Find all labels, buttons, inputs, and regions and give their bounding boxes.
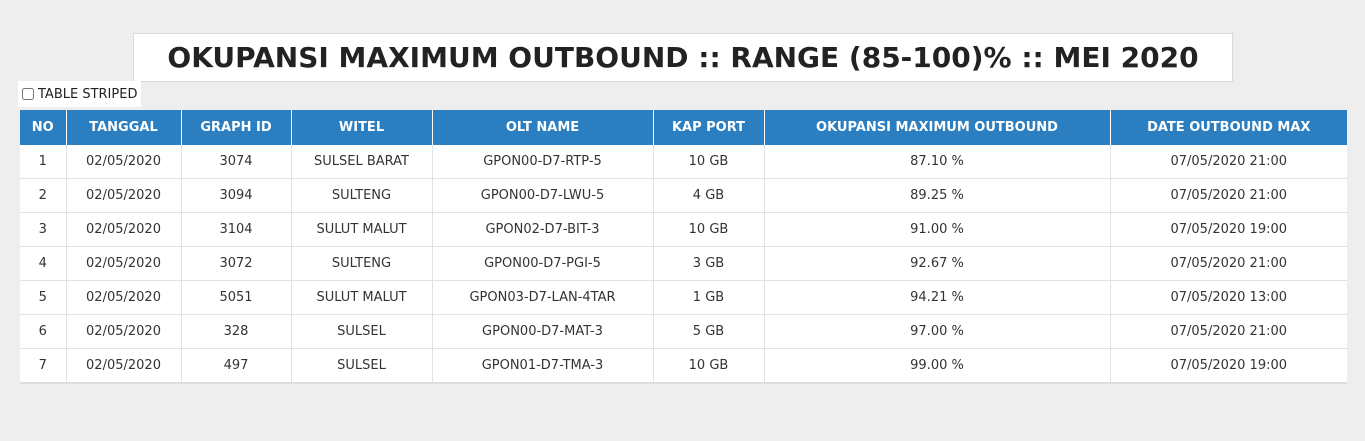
cell-kap-port: 3 GB <box>653 246 765 281</box>
cell-graph-id: 5051 <box>181 280 292 315</box>
cell-kap-port: 10 GB <box>653 348 765 382</box>
cell-tanggal: 02/05/2020 <box>66 212 182 247</box>
cell-no: 6 <box>20 314 67 349</box>
cell-no: 5 <box>20 280 67 315</box>
cell-witel: SULSEL <box>291 348 433 382</box>
cell-tanggal: 02/05/2020 <box>66 246 182 281</box>
cell-tanggal: 02/05/2020 <box>66 145 182 179</box>
cell-graph-id: 3072 <box>181 246 292 281</box>
table-row: 4 02/05/2020 3072 SULTENG GPON00-D7-PGI-5 3 G… <box>20 246 1347 281</box>
cell-no: 4 <box>20 246 67 281</box>
cell-date-outbound-max: 07/05/2020 19:00 <box>1110 348 1347 382</box>
cell-witel: SULTENG <box>291 178 433 213</box>
cell-okupansi: 99.00 % <box>764 348 1111 382</box>
cell-date-outbound-max: 07/05/2020 21:00 <box>1110 314 1347 349</box>
cell-date-outbound-max: 07/05/2020 19:00 <box>1110 212 1347 247</box>
table-container: NO TANGGAL GRAPH ID WITEL OLT NAME KAP P… <box>20 110 1347 384</box>
table-row: 1 02/05/2020 3074 SULSEL BARAT GPON00-D7-RTP… <box>20 145 1347 179</box>
cell-witel: SULTENG <box>291 246 433 281</box>
cell-olt-name: GPON00-D7-MAT-3 <box>432 314 654 349</box>
cell-olt-name: GPON00-D7-LWU-5 <box>432 178 654 213</box>
cell-witel: SULSEL BARAT <box>291 145 433 179</box>
cell-graph-id: 3104 <box>181 212 292 247</box>
cell-kap-port: 10 GB <box>653 212 765 247</box>
cell-okupansi: 91.00 % <box>764 212 1111 247</box>
table-row: 2 02/05/2020 3094 SULTENG GPON00-D7-LWU-5 4 G… <box>20 178 1347 213</box>
cell-witel: SULUT MALUT <box>291 212 433 247</box>
cell-no: 2 <box>20 178 67 213</box>
cell-witel: SULUT MALUT <box>291 280 433 315</box>
table-striped-label: TABLE STRIPED <box>38 86 138 102</box>
table-row: 5 02/05/2020 5051 SULUT MALUT GPON03-D7-LAN-… <box>20 280 1347 315</box>
title-box: OKUPANSI MAXIMUM OUTBOUND :: RANGE (85-1… <box>133 33 1233 82</box>
table-header-row: NO TANGGAL GRAPH ID WITEL OLT NAME KAP P… <box>20 110 1347 145</box>
cell-graph-id: 3074 <box>181 145 292 179</box>
cell-no: 3 <box>20 212 67 247</box>
cell-graph-id: 3094 <box>181 178 292 213</box>
cell-tanggal: 02/05/2020 <box>66 348 182 382</box>
cell-olt-name: GPON00-D7-PGI-5 <box>432 246 654 281</box>
cell-okupansi: 94.21 % <box>764 280 1111 315</box>
cell-no: 7 <box>20 348 67 382</box>
cell-olt-name: GPON02-D7-BIT-3 <box>432 212 654 247</box>
cell-okupansi: 92.67 % <box>764 246 1111 281</box>
header-tanggal[interactable]: TANGGAL <box>66 110 182 145</box>
cell-date-outbound-max: 07/05/2020 21:00 <box>1110 246 1347 281</box>
outbound-table: NO TANGGAL GRAPH ID WITEL OLT NAME KAP P… <box>20 110 1347 382</box>
header-olt-name[interactable]: OLT NAME <box>432 110 654 145</box>
cell-graph-id: 328 <box>181 314 292 349</box>
cell-date-outbound-max: 07/05/2020 21:00 <box>1110 178 1347 213</box>
cell-tanggal: 02/05/2020 <box>66 178 182 213</box>
cell-olt-name: GPON01-D7-TMA-3 <box>432 348 654 382</box>
cell-witel: SULSEL <box>291 314 433 349</box>
cell-kap-port: 1 GB <box>653 280 765 315</box>
header-graph-id[interactable]: GRAPH ID <box>181 110 292 145</box>
cell-date-outbound-max: 07/05/2020 21:00 <box>1170 154 1288 169</box>
cell-kap-port: 5 GB <box>653 314 765 349</box>
cell-olt-name: GPON00-D7-RTP-5 <box>432 145 654 179</box>
header-kap-port[interactable]: KAP PORT <box>653 110 765 145</box>
header-witel[interactable]: WITEL <box>291 110 433 145</box>
page-title: OKUPANSI MAXIMUM OUTBOUND :: RANGE (85-1… <box>167 41 1199 74</box>
cell-date-outbound-max: 07/05/2020 13:00 <box>1110 280 1347 315</box>
header-okupansi[interactable]: OKUPANSI MAXIMUM OUTBOUND <box>764 110 1111 145</box>
table-row: 3 02/05/2020 3104 SULUT MALUT GPON02-D7-BIT-… <box>20 212 1347 247</box>
table-striped-checkbox[interactable] <box>22 88 34 100</box>
table-row: 7 02/05/2020 497 SULSEL GPON01-D7-TMA-3 10 GB… <box>20 348 1347 382</box>
cell-graph-id: 497 <box>181 348 292 382</box>
cell-tanggal: 02/05/2020 <box>66 280 182 315</box>
table-row: 6 02/05/2020 328 SULSEL GPON00-D7-MAT-3 5 GB 9… <box>20 314 1347 349</box>
cell-olt-name: GPON03-D7-LAN-4TAR <box>432 280 654 315</box>
header-date-outbound-max[interactable]: DATE OUTBOUND MAX <box>1110 110 1347 145</box>
cell-no: 1 <box>20 145 67 179</box>
cell-okupansi: 97.00 % <box>764 314 1111 349</box>
table-striped-toggle[interactable]: TABLE STRIPED <box>18 81 142 107</box>
header-no[interactable]: NO <box>20 110 67 145</box>
cell-tanggal: 02/05/2020 <box>66 314 182 349</box>
cell-kap-port: 4 GB <box>653 178 765 213</box>
cell-okupansi: 89.25 % <box>764 178 1111 213</box>
cell-okupansi: 87.10 % <box>764 145 1111 179</box>
cell-kap-port: 10 GB <box>653 145 765 179</box>
